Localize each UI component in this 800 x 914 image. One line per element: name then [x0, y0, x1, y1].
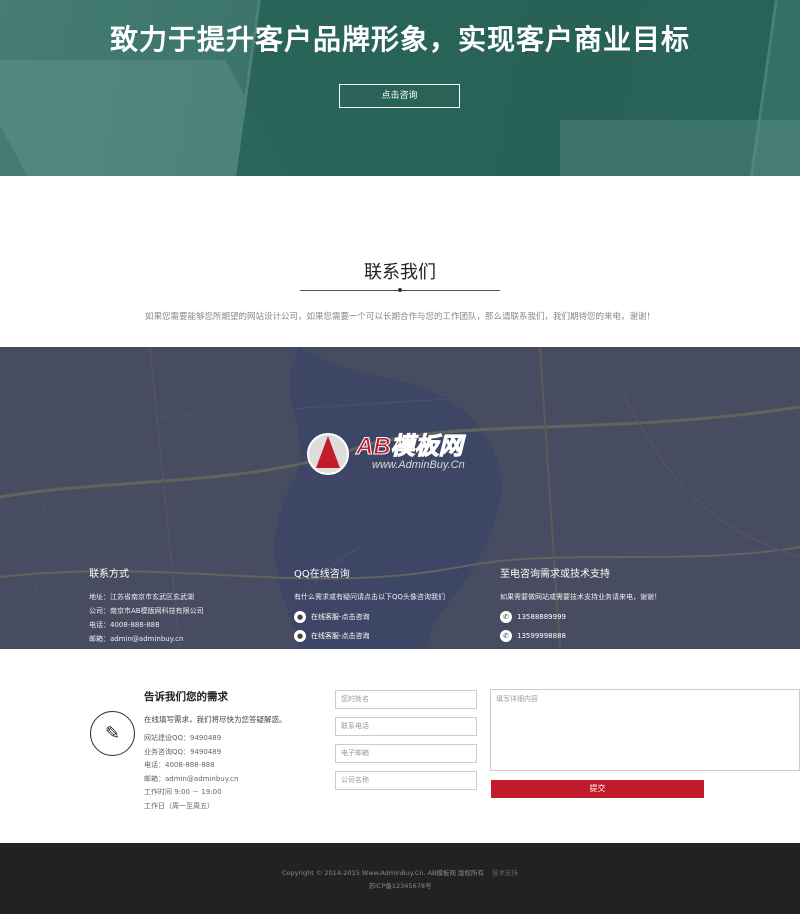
watermark-url-text: www.AdminBuy.Cn — [372, 459, 465, 471]
company-text: 公司：南京市AB模版网科技有限公司 — [89, 607, 204, 615]
message-textarea[interactable]: 填写详细内容 — [490, 689, 800, 771]
qq-contact-link[interactable]: ● 在线客服-点击咨询 — [294, 608, 445, 625]
footer-copyright-line: Copyright © 2014-2015 Www.AdminBuy.Cn. A… — [0, 867, 800, 877]
phone-input[interactable]: 联系电话 — [335, 717, 477, 736]
email-text: 邮箱：admin@adminbuy.cn — [89, 635, 184, 643]
qq-link-label: 在线客服-点击咨询 — [311, 612, 370, 621]
watermark-logo: AB模板网 www.AdminBuy.Cn — [307, 433, 467, 475]
phone-icon: ✆ — [500, 629, 512, 642]
phone-title: 至电咨询需求或技术支持 — [500, 569, 610, 580]
qq-column: QQ在线咨询 有什么需求或有疑问请点击以下QQ头像咨询我们 ● 在线客服-点击咨… — [294, 565, 445, 646]
address-text: 地址：江苏省南京市玄武区玄武湖 — [89, 593, 194, 601]
submit-button[interactable]: 提交 — [491, 780, 704, 798]
info-row: 工作时间 9:00 － 19:00 — [144, 788, 222, 796]
support-link[interactable]: 技术支持 — [492, 869, 518, 877]
watermark-brand-text: AB模板网 — [355, 433, 467, 460]
copyright-text: Copyright © 2014-2015 Www.AdminBuy.Cn. A… — [282, 869, 484, 877]
qq-contact-link[interactable]: ● 在线客服-点击咨询 — [294, 627, 445, 644]
info-row: 业务咨询QQ：9490489 — [144, 747, 222, 756]
hero-title: 致力于提升客户品牌形象，实现客户商业目标 — [109, 23, 690, 56]
requirements-title: 告诉我们您的需求 — [144, 691, 228, 703]
phone-note: 如果需要做网站或需要技术支持业务请来电，谢谢！ — [500, 593, 661, 601]
requirements-intro: 在线填写需求，我们将尽快为您答疑解惑。 — [144, 715, 287, 724]
section-subtitle: 如果您需要能够您所期望的网站设计公司，如果您需要一个可以长期合作与您的工作团队，… — [144, 312, 655, 322]
footer: Copyright © 2014-2015 Www.AdminBuy.Cn. A… — [0, 843, 800, 914]
title-divider-dot — [398, 288, 402, 292]
phone-icon: ✆ — [500, 610, 512, 623]
phone-number-item: ✆ 13588889999 — [500, 608, 661, 625]
contact-info-column: 联系方式 地址：江苏省南京市玄武区玄武湖 公司：南京市AB模版网科技有限公司 电… — [89, 565, 204, 646]
company-input[interactable]: 公司名称 — [335, 771, 477, 790]
info-row: 网站建设QQ：9490489 — [144, 734, 222, 742]
consult-button[interactable]: 点击咨询 — [339, 84, 460, 108]
pencil-icon: ✎ — [90, 711, 135, 756]
hero-banner: 致力于提升客户品牌形象，实现客户商业目标 点击咨询 — [0, 0, 800, 176]
info-row: 工作日（周一至周五） — [144, 801, 214, 810]
phone-number-item: ✆ 13599998888 — [500, 627, 661, 644]
qq-penguin-icon: ● — [294, 629, 306, 642]
phone-number: 13599998888 — [517, 631, 566, 640]
email-input[interactable]: 电子邮箱 — [335, 744, 477, 763]
info-row: 电话：4008-888-888 — [144, 761, 215, 769]
section-title: 联系我们 — [364, 262, 436, 283]
phone-number: 13588889999 — [517, 612, 566, 621]
info-row: 邮箱：admin@adminbuy.cn — [144, 774, 239, 783]
phone-text: 电话：4008-888-888 — [89, 621, 160, 629]
qq-link-label: 在线客服-点击咨询 — [311, 631, 370, 640]
contact-info-title: 联系方式 — [89, 569, 129, 580]
phone-column: 至电咨询需求或技术支持 如果需要做网站或需要技术支持业务请来电，谢谢！ ✆ 13… — [500, 565, 661, 646]
icp-text: 苏ICP备12345678号 — [368, 882, 432, 890]
qq-penguin-icon: ● — [294, 610, 306, 623]
qq-title: QQ在线咨询 — [294, 569, 350, 580]
name-input[interactable]: 您的姓名 — [335, 690, 477, 709]
requirements-info: 告诉我们您的需求 在线填写需求，我们将尽快为您答疑解惑。 网站建设QQ：9490… — [144, 689, 287, 813]
qq-note: 有什么需求或有疑问请点击以下QQ头像咨询我们 — [294, 593, 446, 601]
